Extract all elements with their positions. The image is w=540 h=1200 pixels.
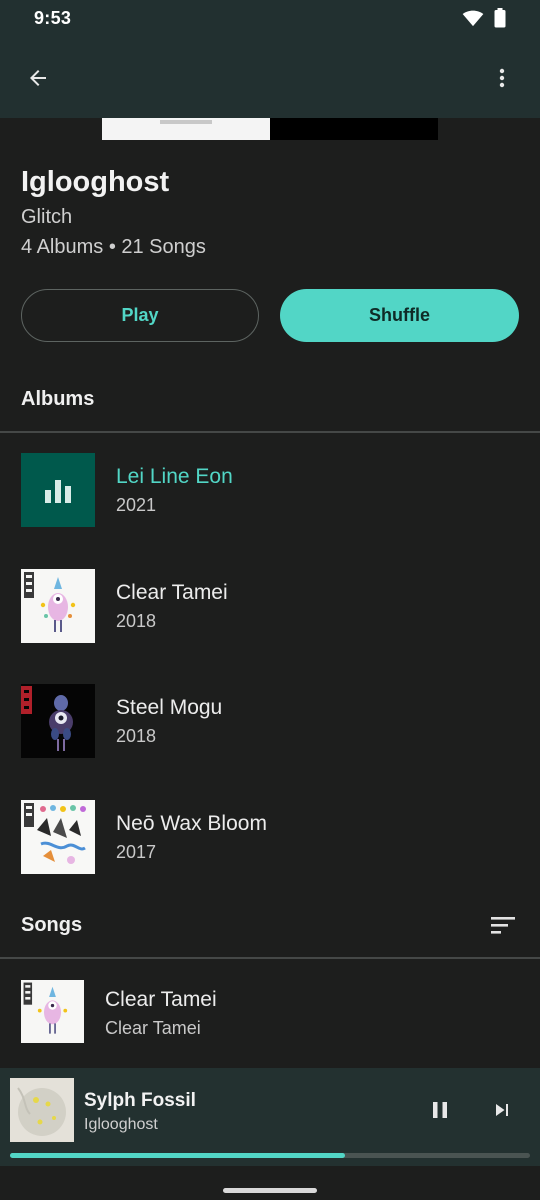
album-art-image: [24, 572, 76, 632]
wifi-icon: [462, 10, 484, 27]
skip-next-icon: [496, 1104, 508, 1116]
album-year: 2021: [116, 495, 157, 515]
home-gesture-handle[interactable]: [223, 1188, 317, 1193]
now-playing-art-image: [10, 1078, 74, 1142]
status-icons: [462, 8, 506, 28]
more-vert-icon: [499, 68, 505, 88]
now-playing-artist: Iglooghost: [84, 1116, 158, 1133]
album-title: Clear Tamei: [116, 581, 228, 604]
skip-next-button[interactable]: [486, 1094, 518, 1126]
song-item[interactable]: Clear Tamei Clear Tamei: [0, 978, 540, 1048]
now-playing-album-art: [10, 1078, 74, 1142]
now-playing-art: [21, 453, 95, 527]
album-year: 2017: [116, 842, 157, 862]
album-art-image: [24, 803, 86, 864]
songs-divider: [0, 957, 540, 959]
album-item[interactable]: Clear Tamei 2018: [0, 569, 540, 679]
pause-icon: [433, 1102, 447, 1118]
artist-cover-image: [102, 118, 438, 140]
song-art-image: [23, 982, 68, 1034]
shuffle-button[interactable]: Shuffle: [280, 289, 519, 342]
more-options-button[interactable]: [482, 58, 522, 98]
artist-genre: Glitch: [21, 206, 73, 228]
album-item[interactable]: Neō Wax Bloom 2017: [0, 800, 540, 910]
arrow-back-icon: [30, 70, 46, 86]
pause-button[interactable]: [424, 1094, 456, 1126]
album-year: 2018: [116, 726, 157, 746]
playback-progress-fill: [10, 1153, 346, 1158]
album-year: 2018: [116, 611, 157, 631]
sort-button[interactable]: [488, 912, 518, 938]
album-item[interactable]: Lei Line Eon 2021: [0, 453, 540, 563]
albums-section-title: Albums: [21, 388, 95, 410]
now-playing-title: Sylph Fossil: [84, 1090, 196, 1111]
status-time: 9:53: [34, 7, 72, 28]
album-title: Lei Line Eon: [116, 465, 233, 488]
mini-player[interactable]: Sylph Fossil Iglooghost: [0, 1068, 540, 1166]
equalizer-icon: [45, 480, 71, 503]
system-nav-bar: [0, 1166, 540, 1200]
song-art: [21, 980, 84, 1043]
artist-counts: 4 Albums • 21 Songs: [21, 236, 206, 258]
album-art: [21, 569, 95, 643]
play-button[interactable]: Play: [21, 289, 259, 342]
battery-icon: [494, 8, 506, 28]
albums-divider: [0, 431, 540, 433]
status-bar: 9:53: [0, 0, 540, 36]
album-art: [21, 684, 95, 758]
app-bar: [0, 36, 540, 118]
album-art-image: [21, 686, 73, 751]
song-album: Clear Tamei: [105, 1018, 201, 1038]
album-art: [21, 800, 95, 874]
songs-section-title: Songs: [21, 914, 83, 936]
album-title: Neō Wax Bloom: [116, 812, 267, 835]
artist-name: Iglooghost: [21, 166, 170, 198]
sort-icon: [491, 917, 515, 934]
song-title: Clear Tamei: [105, 988, 217, 1011]
back-button[interactable]: [18, 58, 58, 98]
playback-progress-bar[interactable]: [10, 1153, 530, 1158]
cover-tile-left: [102, 118, 270, 140]
cover-tile-right: [270, 118, 438, 140]
album-title: Steel Mogu: [116, 696, 223, 719]
album-item[interactable]: Steel Mogu 2018: [0, 684, 540, 794]
